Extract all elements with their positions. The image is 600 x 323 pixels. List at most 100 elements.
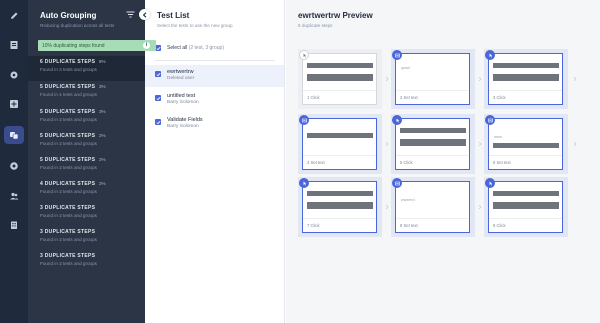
group-subtitle: Found in 4 tests and groups [40,92,97,97]
group-percent: 2% [99,157,106,162]
chevron-right-icon [477,76,483,82]
step-card[interactable]: www 6 Set text [485,115,563,170]
test-checkbox[interactable] [155,95,161,101]
divider [155,60,275,61]
group-percent: 8% [99,59,106,64]
group-title: 6 DUPLICATE STEPS [40,59,96,65]
divider [396,90,469,91]
test-item[interactable]: ewrtwertrw Deleted user [145,65,284,87]
chevron-right-icon [572,141,578,147]
group-subtitle: Found in 3 tests and groups [40,141,97,146]
gear-icon[interactable] [7,68,21,82]
group-percent: 2% [99,133,106,138]
step-card[interactable]: 9 Click [485,178,563,233]
chevron-right-icon [384,76,390,82]
building-icon[interactable] [7,218,21,232]
chevron-right-icon [572,76,578,82]
step-slot: 4 Set text [298,114,382,174]
step-label: 5 Click [400,160,413,165]
group-subtitle: Found in 3 tests and groups [40,189,97,194]
preview-panel: ewrtwertrw Preview 6 duplicate steps 1 C… [286,0,600,323]
group-item[interactable]: 5 DUPLICATE STEPS 3% Found in 4 tests an… [28,81,145,106]
group-item[interactable]: 5 DUPLICATE STEPS 2% Found in 3 tests an… [28,154,145,179]
step-label: 1 Click [307,95,320,100]
settings-icon[interactable] [7,159,21,173]
team-icon[interactable] [7,189,21,203]
test-item[interactable]: untitled test Barry Solomon [145,89,284,111]
grouping-icon[interactable] [4,126,24,144]
step-snippet: www [494,135,502,139]
test-item[interactable]: Validate Fields Barry Solomon [145,113,284,135]
pencil-icon[interactable] [7,9,21,23]
step-card[interactable]: 5 Click [392,115,470,170]
step-slot: 9 Click [484,177,568,237]
check-icon [156,72,161,76]
icon-rail [0,0,28,323]
step-card[interactable]: 4 Set text [299,115,377,170]
select-all-count: (2 test, 3 group) [188,45,224,51]
chevron-left-icon [142,11,146,18]
step-slot: 3 Click [484,49,568,109]
group-subtitle: Found in 3 tests and groups [40,261,97,266]
preview-title: ewrtwertrw Preview [298,11,373,20]
group-item[interactable]: 5 DUPLICATE STEPS 2% Found in 3 tests an… [28,130,145,155]
group-title: 5 DUPLICATE STEPS [40,109,96,115]
test-list-panel: Test List Select the tests to use the ne… [145,0,285,323]
group-percent: 3% [99,84,106,89]
divider [489,218,562,219]
group-item[interactable]: 4 DUPLICATE STEPS 2% Found in 3 tests an… [28,178,145,203]
group-title: 3 DUPLICATE STEPS [40,229,96,235]
group-item[interactable]: 6 DUPLICATE STEPS 8% Found in 3 tests an… [28,56,145,81]
group-subtitle: Found in 3 tests and groups [40,67,97,72]
group-title: 4 DUPLICATE STEPS [40,181,96,187]
auto-grouping-panel: Auto Grouping Reducing duplication acros… [28,0,156,323]
step-snippet: wwwee4 [401,198,415,202]
step-card[interactable]: 1 Click [299,50,377,105]
step-card[interactable]: qwwe 2 Set text [392,50,470,105]
step-label: 6 Set text [493,160,511,165]
text-step-icon [299,115,309,125]
group-item[interactable]: 3 DUPLICATE STEPS Found in 3 tests and g… [28,226,145,251]
group-item[interactable]: 3 DUPLICATE STEPS Found in 3 tests and g… [28,202,145,227]
step-slot: qwwe 2 Set text [391,49,475,109]
screenshot-bar [307,191,373,196]
divider [396,218,469,219]
step-slot: 7 Click [298,177,382,237]
test-user: Barry Solomon [167,124,199,129]
step-label: 9 Click [493,223,506,228]
group-item[interactable]: 5 DUPLICATE STEPS 3% Found in 3 tests an… [28,106,145,131]
group-item[interactable]: 3 DUPLICATE STEPS Found in 3 tests and g… [28,250,145,275]
duplication-banner: 10% duplicating steps found i [38,40,156,51]
group-title: 3 DUPLICATE STEPS [40,205,96,211]
filter-icon[interactable] [126,10,135,19]
chevron-right-icon [384,141,390,147]
group-subtitle: Found in 3 tests and groups [40,117,97,122]
step-label: 7 Click [307,223,320,228]
test-list-subtitle: Select the tests to use the new group [157,23,233,28]
check-icon [156,96,161,100]
test-checkbox[interactable] [155,119,161,125]
step-card[interactable]: wwwee4 8 Set text [392,178,470,233]
group-subtitle: Found in 3 tests and groups [40,213,97,218]
group-title: 5 DUPLICATE STEPS [40,84,96,90]
step-card[interactable]: 3 Click [485,50,563,105]
info-icon[interactable]: i [143,42,150,49]
screenshot-bar [307,63,373,68]
add-box-icon[interactable] [7,97,21,111]
document-icon[interactable] [7,38,21,52]
test-checkbox[interactable] [155,71,161,77]
test-user: Barry Solomon [167,100,199,105]
step-label: 2 Set text [400,95,418,100]
text-step-icon [485,115,495,125]
screenshot-bar [493,202,559,209]
click-step-icon [392,115,402,125]
grouping-title: Auto Grouping [40,11,97,20]
chevron-right-icon [477,141,483,147]
text-step-icon [392,50,402,60]
step-card[interactable]: 7 Click [299,178,377,233]
divider [489,90,562,91]
collapse-panel-button[interactable] [139,9,150,20]
divider [303,155,376,156]
step-slot: 1 Click [298,49,382,109]
screenshot-bar [400,128,466,133]
